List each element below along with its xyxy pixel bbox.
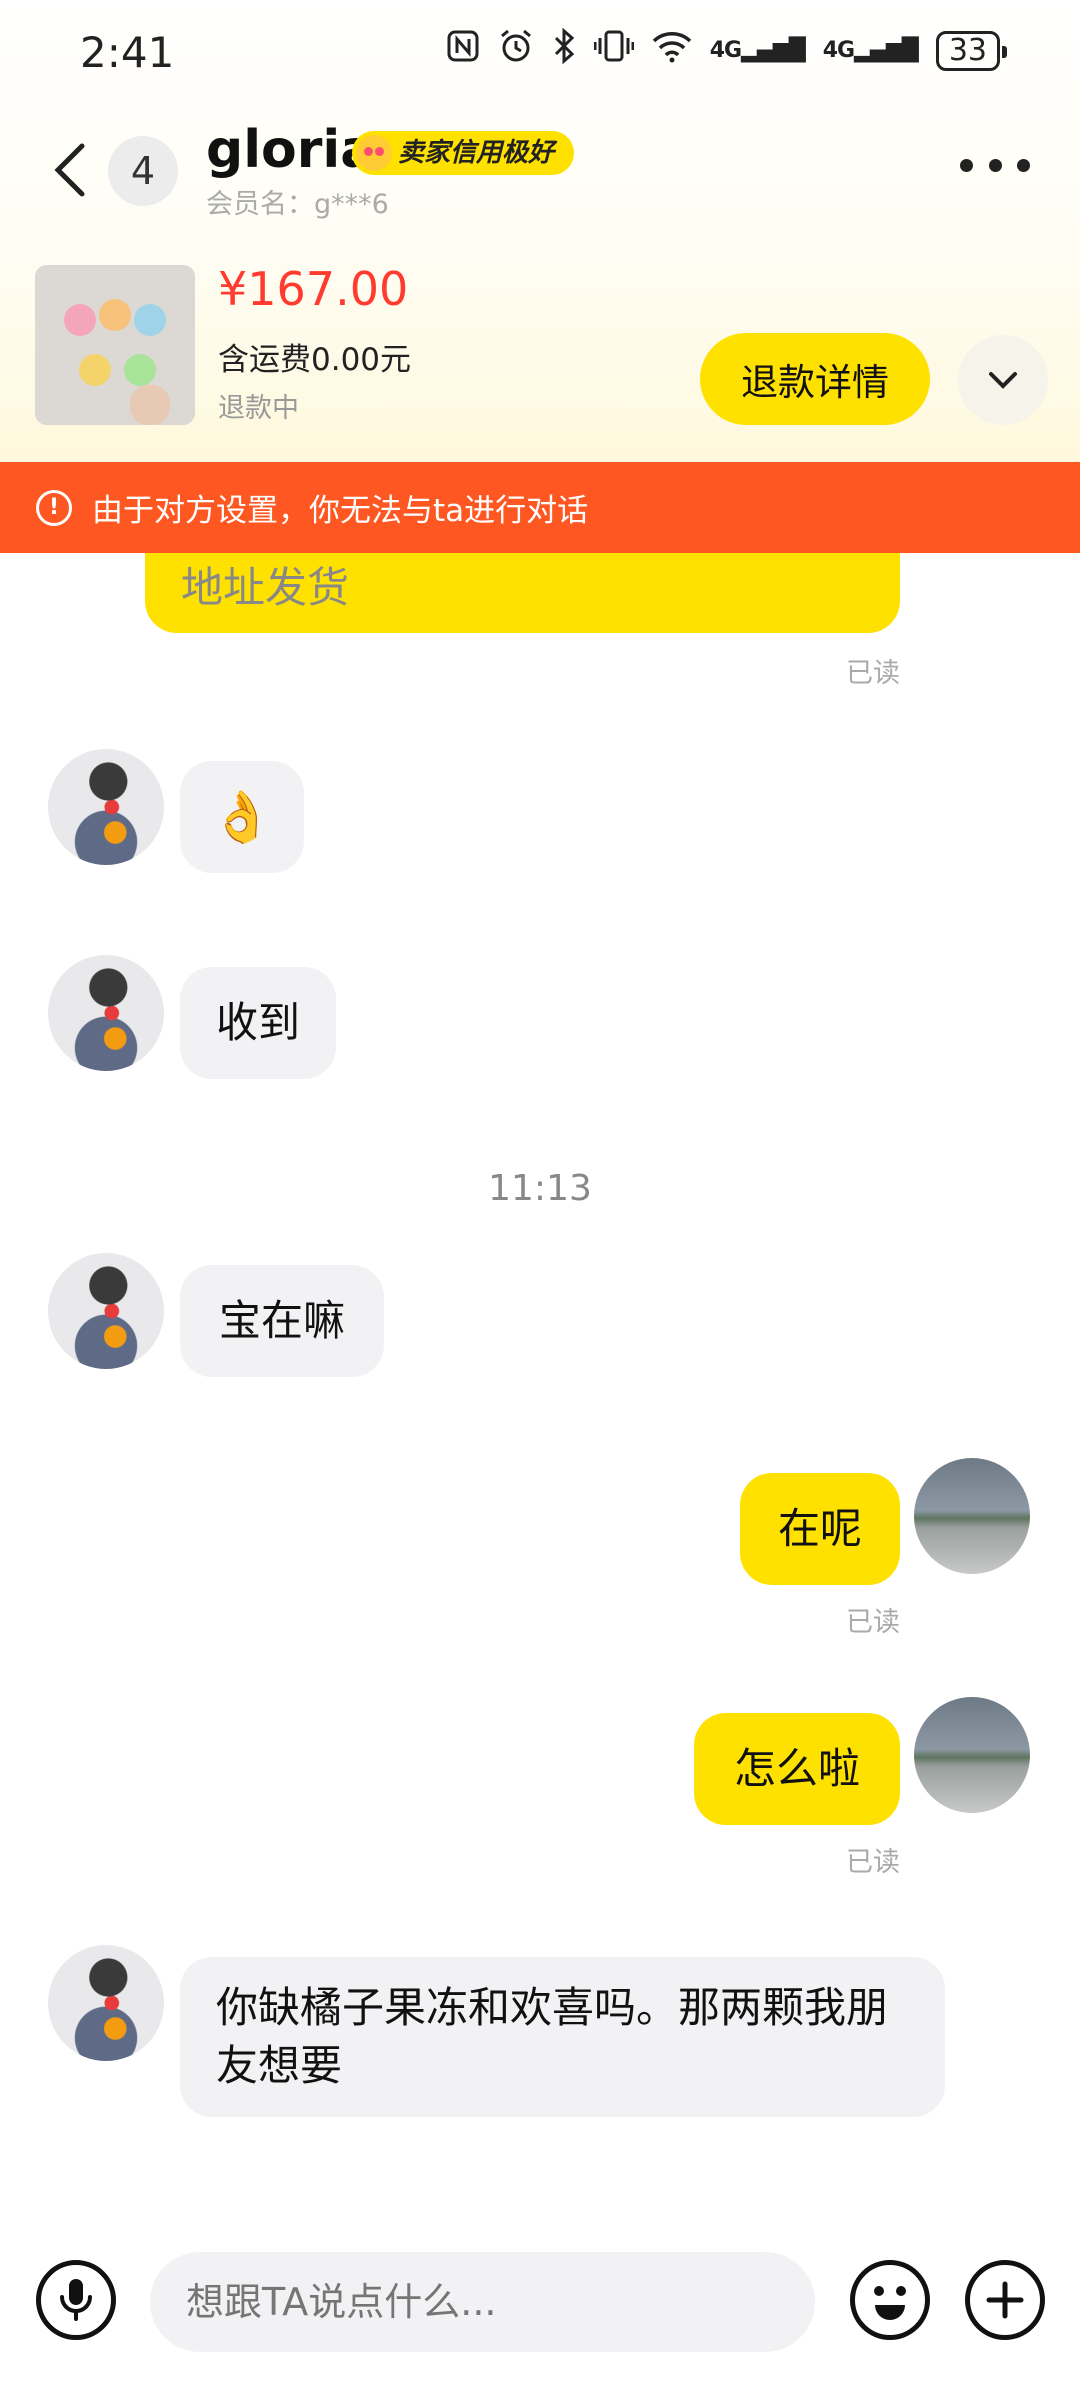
microphone-icon[interactable]	[36, 2260, 116, 2340]
signal-icon-2: 4G▂▄▆█	[822, 38, 919, 63]
status-bar: 2:41 4G▂▄▆█ 4G▂▄▆█ 33	[0, 0, 1080, 105]
vibrate-icon	[593, 28, 635, 73]
message-text: 怎么啦	[733, 1744, 860, 1793]
back-icon[interactable]	[50, 140, 90, 200]
contact-avatar[interactable]	[48, 955, 164, 1071]
alert-icon: !	[36, 489, 72, 526]
credit-badge-label: 卖家信用极好	[398, 138, 555, 168]
time-divider: 11:13	[488, 1168, 592, 1209]
more-options-icon[interactable]	[960, 150, 1030, 180]
message-text: 宝在嘛	[218, 1296, 345, 1345]
my-avatar[interactable]	[914, 1697, 1030, 1813]
contact-name: gloria	[206, 120, 376, 180]
status-time: 2:41	[80, 28, 175, 77]
read-receipt: 已读	[846, 658, 900, 689]
message-text: 收到	[215, 998, 300, 1047]
refund-details-button[interactable]: 退款详情	[700, 333, 930, 425]
read-receipt: 已读	[846, 1847, 900, 1878]
message-bubble-incoming[interactable]: 你缺橘子果冻和欢喜吗。那两颗我朋友想要	[180, 1957, 945, 2117]
product-shipping: 含运费0.00元	[218, 342, 412, 378]
message-bubble-incoming[interactable]: 👌	[180, 761, 304, 873]
message-input[interactable]	[150, 2252, 815, 2352]
message-bubble-outgoing[interactable]: 在呢	[740, 1473, 900, 1585]
my-avatar[interactable]	[914, 1458, 1030, 1574]
plus-icon[interactable]	[965, 2260, 1045, 2340]
message-bubble-outgoing[interactable]: 怎么啦	[694, 1713, 900, 1825]
wifi-icon	[652, 29, 692, 72]
signal-icon-1: 4G▂▄▆█	[709, 38, 806, 63]
warning-banner: ! 由于对方设置，你无法与ta进行对话	[0, 462, 1080, 553]
credit-badge: 卖家信用极好	[352, 131, 575, 175]
input-bar	[0, 2230, 1080, 2390]
warning-text: 由于对方设置，你无法与ta进行对话	[92, 493, 589, 529]
unread-count-badge[interactable]: 4	[108, 136, 178, 206]
contact-avatar[interactable]	[48, 1253, 164, 1369]
message-text: 你缺橘子果冻和欢喜吗。那两颗我朋友想要	[216, 1983, 889, 2090]
message-text: 地址发货	[181, 563, 350, 612]
emoji-icon[interactable]	[850, 2260, 930, 2340]
nfc-icon	[446, 29, 480, 72]
contact-avatar[interactable]	[48, 749, 164, 865]
member-id: 会员名：g***6	[206, 189, 389, 220]
product-status: 退款中	[218, 393, 299, 424]
chat-area[interactable]: 地址发货 已读 👌 收到 11:13 宝在嘛 在呢 已读 怎么啦 已读 你缺橘子…	[0, 553, 1080, 2230]
status-icons: 4G▂▄▆█ 4G▂▄▆█ 33	[446, 27, 1008, 73]
chevron-down-icon[interactable]	[958, 335, 1048, 425]
ok-hand-emoji: 👌	[210, 788, 274, 846]
product-price: ¥167.00	[218, 262, 409, 316]
message-bubble-incoming[interactable]: 宝在嘛	[180, 1265, 384, 1377]
read-receipt: 已读	[846, 1607, 900, 1638]
bluetooth-icon	[552, 27, 576, 73]
battery-indicator: 33	[935, 30, 1008, 71]
contact-avatar[interactable]	[48, 1945, 164, 2061]
message-text: 在呢	[777, 1504, 862, 1553]
smile-face-icon	[356, 135, 392, 171]
alarm-icon	[498, 28, 534, 73]
message-bubble-incoming[interactable]: 收到	[180, 967, 336, 1079]
message-bubble-outgoing[interactable]: 地址发货	[145, 553, 900, 633]
product-thumbnail[interactable]	[35, 265, 195, 425]
